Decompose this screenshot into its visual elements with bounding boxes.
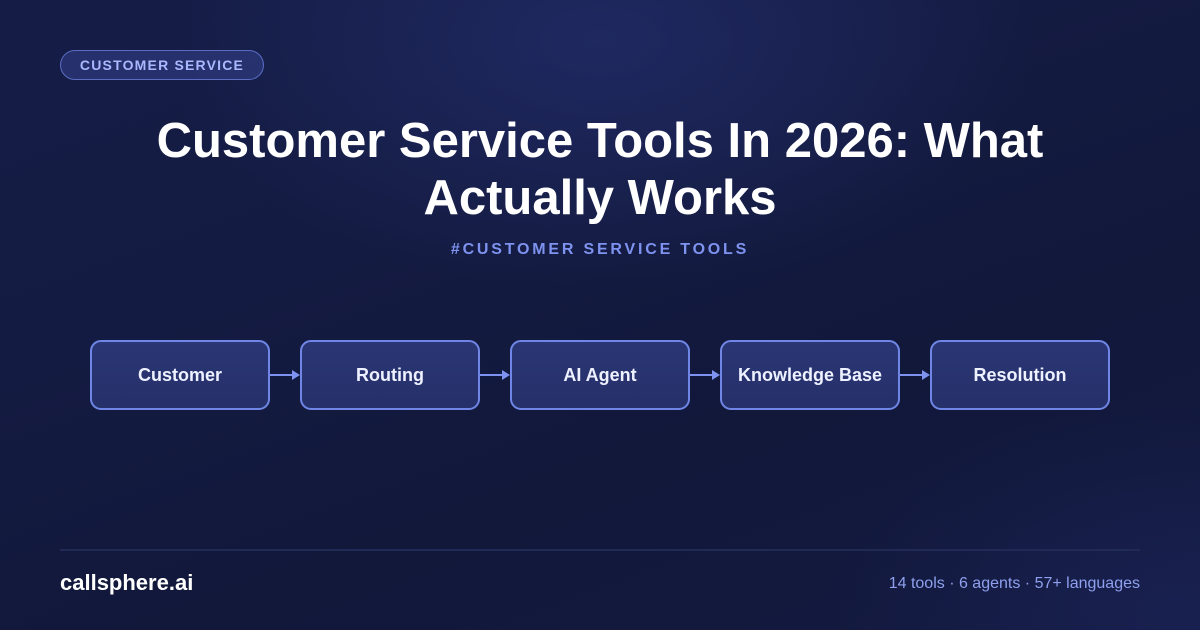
category-badge: CUSTOMER SERVICE <box>60 50 264 80</box>
arrow-3 <box>690 370 720 380</box>
page-title: Customer Service Tools In 2026: What Act… <box>156 114 1044 225</box>
footer-divider <box>60 549 1140 551</box>
arrow-1 <box>270 370 300 380</box>
hashtag-label: #CUSTOMER SERVICE TOOLS <box>450 241 750 258</box>
flow-node-resolution: Resolution <box>930 340 1110 410</box>
flow-node-routing: Routing <box>300 340 480 410</box>
flow-arrows <box>270 370 930 380</box>
flow-node-ai-agent: AI Agent <box>510 340 690 410</box>
arrow-2 <box>480 370 510 380</box>
flow-node-knowledge-base: Knowledge Base <box>720 340 900 410</box>
flow-node-customer: Customer <box>90 340 270 410</box>
footer-stats: 14 tools · 6 agents · 57+ languages <box>888 575 1140 592</box>
brand-logo-text: callsphere.ai <box>60 570 194 595</box>
arrow-4 <box>900 370 930 380</box>
